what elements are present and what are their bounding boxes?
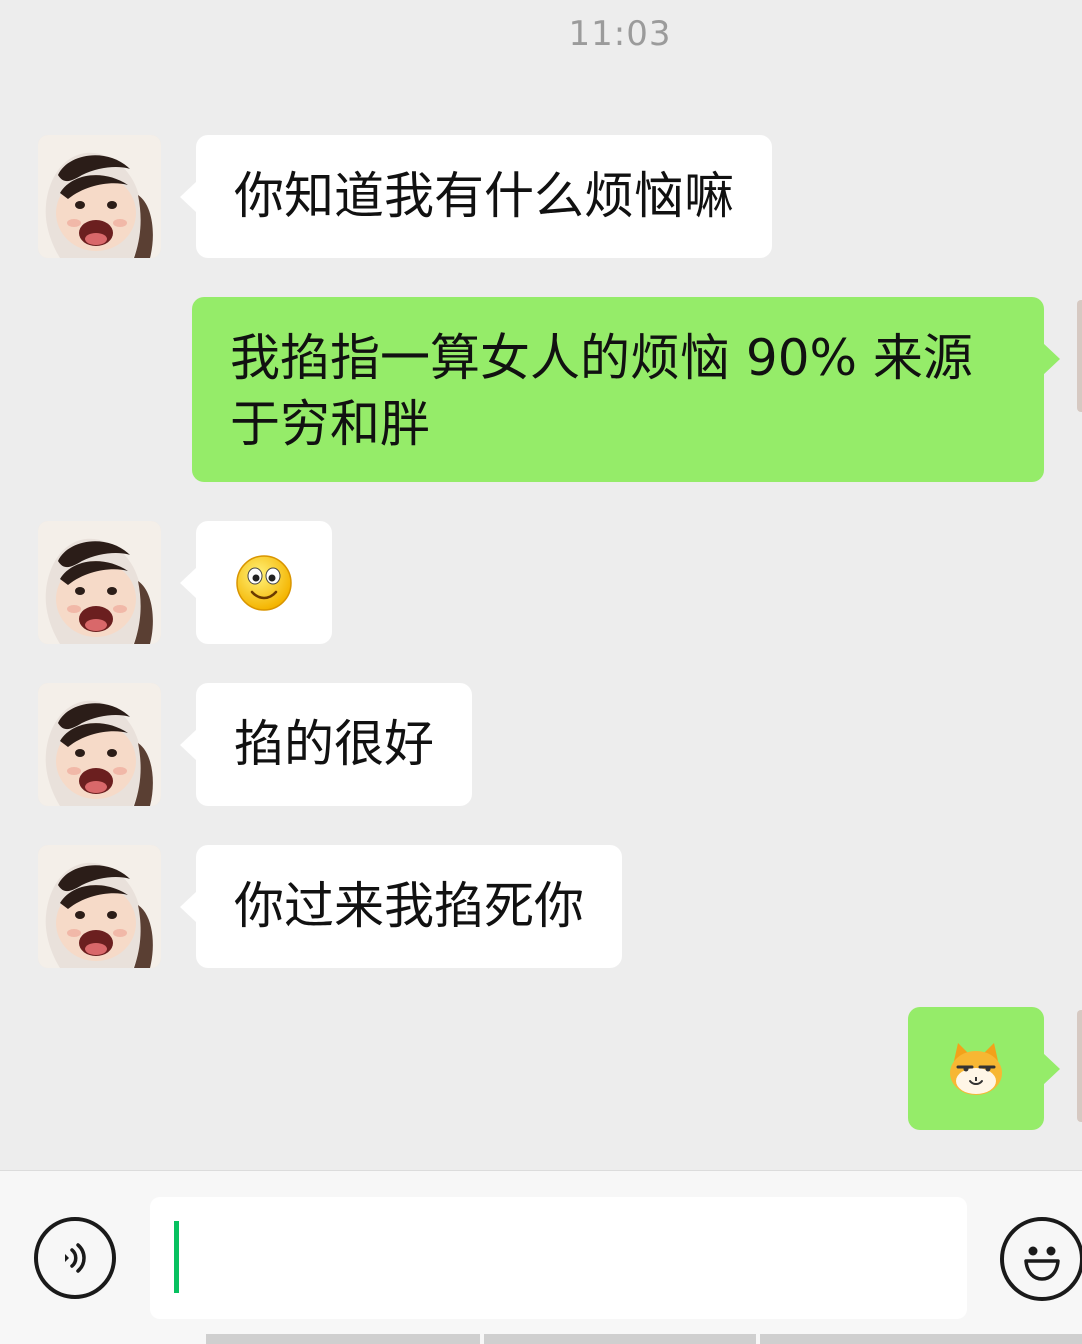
contact-avatar[interactable] bbox=[38, 683, 161, 806]
avatar-child-image bbox=[38, 135, 161, 258]
keyboard-suggestion-strip bbox=[760, 1334, 1082, 1344]
contact-avatar[interactable] bbox=[38, 135, 161, 258]
message-bubble-received[interactable]: 你知道我有什么烦恼嘛 bbox=[180, 135, 772, 258]
keyboard-suggestion-strip bbox=[206, 1334, 480, 1344]
emoji-icon bbox=[1024, 1246, 1060, 1281]
chat-screen: 11:03 你知道我有什么烦恼嘛 我掐指一算女人的烦恼 90% 来源 于穷和胖 bbox=[0, 0, 1082, 1344]
contact-avatar[interactable] bbox=[38, 521, 161, 644]
own-avatar-edge[interactable] bbox=[1077, 300, 1082, 412]
message-bubble-sent[interactable] bbox=[908, 1007, 1060, 1130]
message-bubble-received[interactable]: 你过来我掐死你 bbox=[180, 845, 622, 968]
message-input[interactable] bbox=[150, 1197, 967, 1319]
message-text: 掐的很好 bbox=[234, 715, 434, 773]
own-avatar-edge[interactable] bbox=[1077, 1010, 1082, 1122]
keyboard-suggestion-strip bbox=[484, 1334, 756, 1344]
contact-avatar[interactable] bbox=[38, 845, 161, 968]
avatar-child-image bbox=[38, 845, 161, 968]
message-text: 你过来我掐死你 bbox=[234, 877, 584, 935]
text-cursor bbox=[174, 1221, 179, 1293]
voice-icon bbox=[65, 1243, 86, 1273]
message-text-line-1: 我掐指一算女人的烦恼 90% 来源 bbox=[230, 329, 973, 387]
input-toolbar bbox=[0, 1170, 1082, 1344]
message-timestamp: 11:03 bbox=[568, 14, 672, 54]
message-text: 你知道我有什么烦恼嘛 bbox=[234, 167, 734, 225]
message-text-line-2: 于穷和胖 bbox=[230, 395, 430, 453]
emoji-button[interactable] bbox=[1000, 1217, 1082, 1301]
avatar-child-image bbox=[38, 521, 161, 644]
voice-button[interactable] bbox=[34, 1217, 116, 1299]
avatar-child-image bbox=[38, 683, 161, 806]
message-bubble-received[interactable] bbox=[180, 521, 332, 644]
smirking-cat-emoji-icon bbox=[950, 1042, 1002, 1095]
smile-emoji-icon bbox=[236, 554, 292, 611]
message-bubble-received[interactable]: 掐的很好 bbox=[180, 683, 472, 806]
message-bubble-sent[interactable]: 我掐指一算女人的烦恼 90% 来源 于穷和胖 bbox=[192, 297, 1060, 482]
